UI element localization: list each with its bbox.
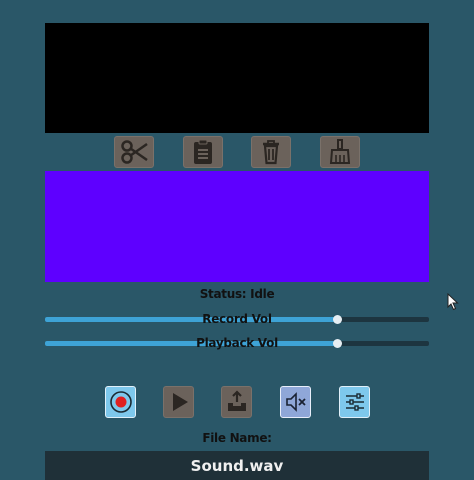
- record-volume-label: Record Vol: [202, 312, 272, 326]
- play-button[interactable]: [163, 386, 194, 418]
- save-icon: [227, 390, 246, 411]
- playback-volume-label: Playback Vol: [196, 336, 278, 350]
- delete-button[interactable]: [251, 136, 291, 168]
- broom-icon: [329, 139, 351, 164]
- save-button[interactable]: [221, 386, 252, 418]
- settings-button[interactable]: [339, 386, 370, 418]
- status-label: Status: Idle: [199, 287, 275, 301]
- clear-button[interactable]: [320, 136, 360, 168]
- scissors-icon: [121, 140, 148, 164]
- settings-icon: [345, 393, 364, 411]
- clipboard-icon: [194, 139, 212, 164]
- waveform-display[interactable]: [45, 23, 429, 133]
- file-name-field[interactable]: Sound.wav: [45, 451, 429, 480]
- mute-button[interactable]: [280, 386, 311, 418]
- record-icon: [109, 391, 132, 413]
- file-name-label: File Name:: [202, 431, 272, 445]
- file-name-value: Sound.wav: [190, 456, 284, 475]
- cut-button[interactable]: [114, 136, 154, 168]
- paste-button[interactable]: [183, 136, 223, 168]
- trash-icon: [263, 140, 279, 165]
- record-button[interactable]: [105, 386, 136, 418]
- visualizer-display: [45, 171, 429, 282]
- play-icon: [172, 393, 188, 411]
- mute-icon: [285, 392, 306, 412]
- mouse-pointer-icon: [447, 293, 459, 311]
